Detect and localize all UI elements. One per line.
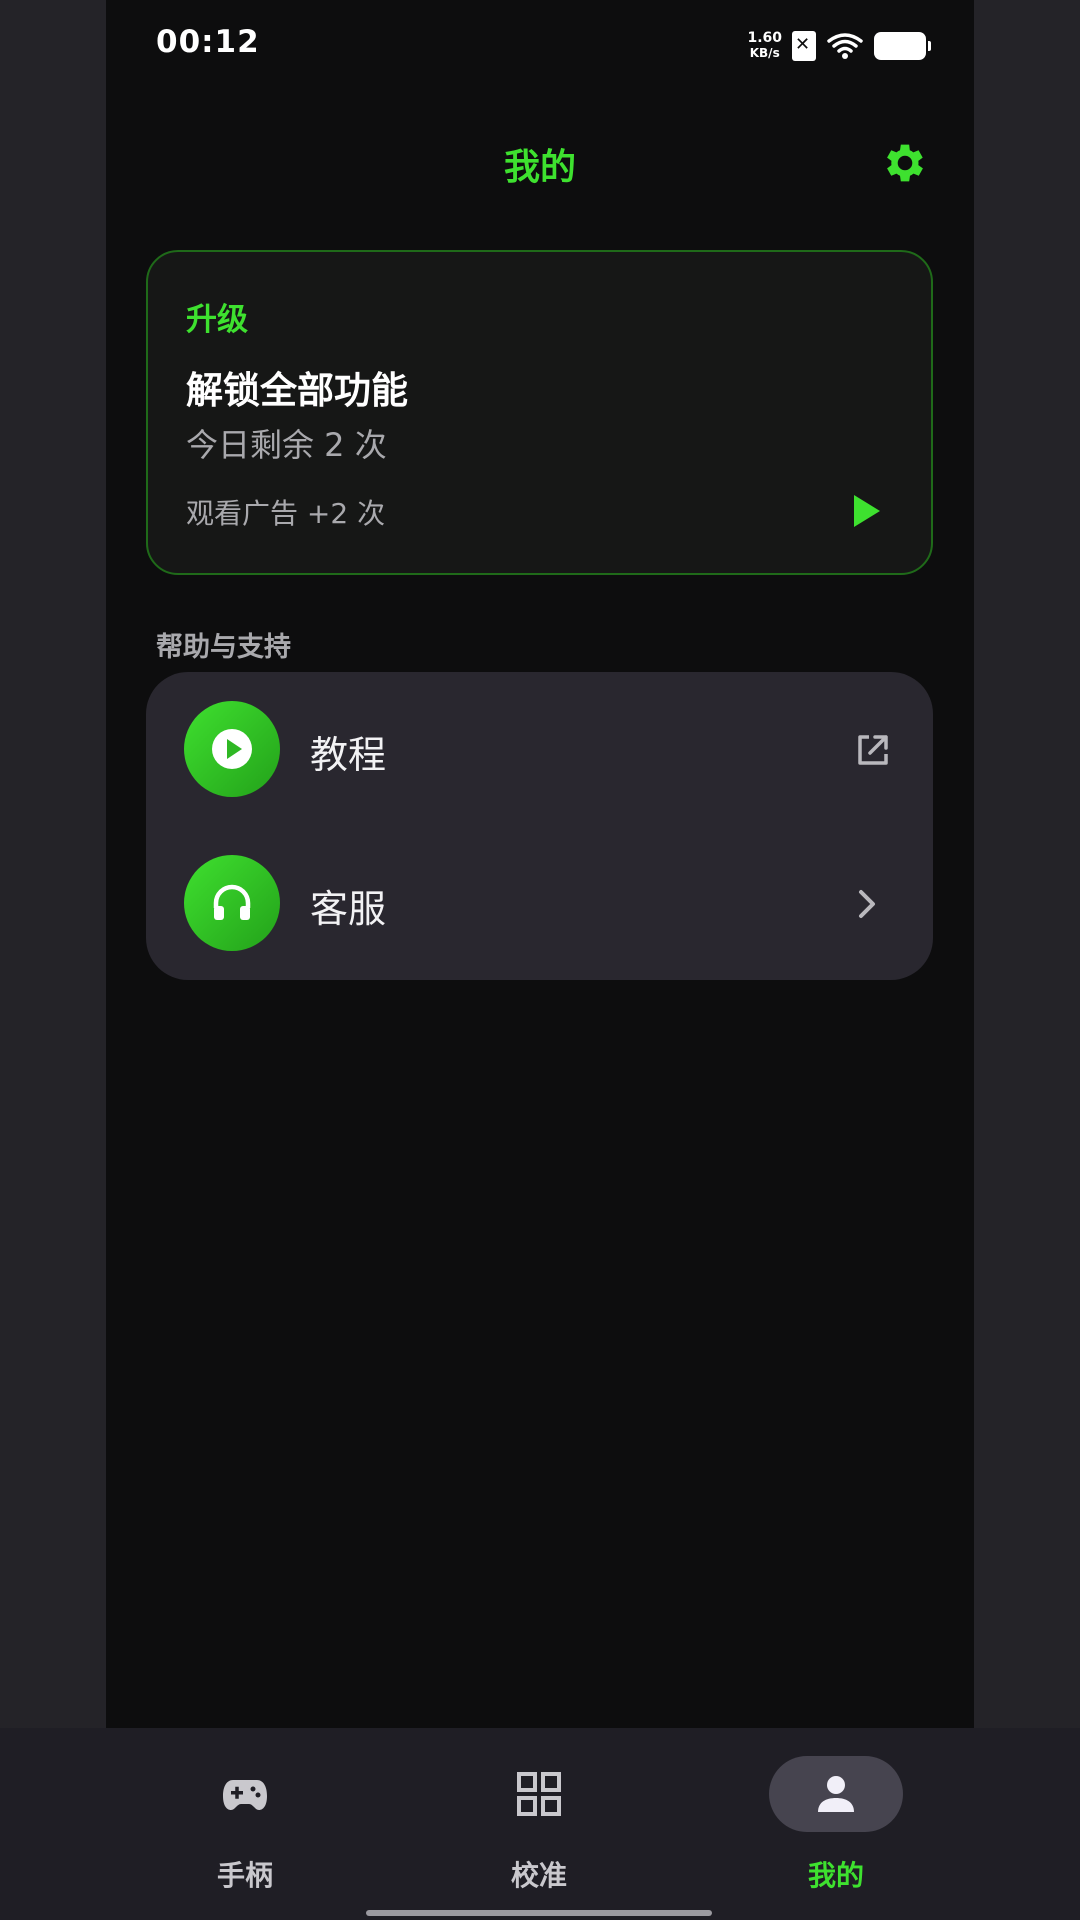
- status-time: 00:12: [156, 24, 260, 60]
- nav-gamepad-icon-wrap: [178, 1756, 312, 1832]
- tutorial-icon-badge: [184, 701, 280, 797]
- play-circle-icon: [212, 729, 252, 769]
- watch-ad-text: 观看广告 +2 次: [186, 497, 386, 530]
- network-speed: 1.60 KB/s: [747, 31, 782, 61]
- nav-calibrate[interactable]: 校准: [469, 1756, 609, 1896]
- nav-mine-label: 我的: [807, 1859, 864, 1892]
- home-indicator[interactable]: [366, 1910, 712, 1916]
- tutorial-label: 教程: [310, 733, 387, 777]
- grid-icon: [517, 1772, 561, 1816]
- bottom-nav: 手柄 校准 我的: [0, 1728, 1080, 1920]
- upgrade-label: 升级: [186, 302, 248, 338]
- customer-service-label: 客服: [310, 887, 387, 931]
- help-card: 教程 客服: [146, 672, 933, 980]
- nav-gamepad[interactable]: 手柄: [175, 1756, 315, 1896]
- nav-calibrate-label: 校准: [510, 1859, 567, 1892]
- play-triangle-icon[interactable]: [850, 491, 884, 531]
- headphones-icon: [213, 884, 251, 920]
- nav-mine-icon-wrap: [769, 1756, 903, 1832]
- gamepad-icon: [223, 1780, 267, 1810]
- chevron-right-icon: [859, 890, 875, 918]
- customer-service-icon-badge: [184, 855, 280, 951]
- status-icons: 1.60 KB/s: [747, 28, 931, 64]
- nav-mine[interactable]: 我的: [766, 1756, 906, 1896]
- nav-gamepad-label: 手柄: [216, 1859, 273, 1892]
- network-speed-unit: KB/s: [749, 46, 780, 60]
- page-title: 我的: [503, 147, 576, 188]
- upgrade-title: 解锁全部功能: [186, 369, 408, 412]
- tutorial-item[interactable]: 教程: [146, 672, 933, 826]
- upgrade-card[interactable]: 升级 解锁全部功能 今日剩余 2 次 观看广告 +2 次: [146, 250, 933, 575]
- no-sim-icon: [792, 31, 816, 61]
- left-frame: [0, 0, 106, 1728]
- network-speed-value: 1.60: [747, 30, 782, 46]
- right-frame: [974, 0, 1080, 1728]
- help-section-heading: 帮助与支持: [156, 632, 291, 663]
- remaining-count: 今日剩余 2 次: [186, 426, 387, 464]
- nav-calibrate-icon-wrap: [472, 1756, 606, 1832]
- external-link-icon: [858, 735, 888, 765]
- customer-service-item[interactable]: 客服: [146, 826, 933, 980]
- battery-icon: [874, 32, 931, 60]
- screen: 00:12 1.60 KB/s 我的 升级 解锁全部功能 今日剩余 2 次 观看…: [106, 0, 974, 1728]
- wifi-icon: [827, 33, 863, 59]
- gear-icon[interactable]: [880, 138, 930, 188]
- person-icon: [818, 1776, 854, 1812]
